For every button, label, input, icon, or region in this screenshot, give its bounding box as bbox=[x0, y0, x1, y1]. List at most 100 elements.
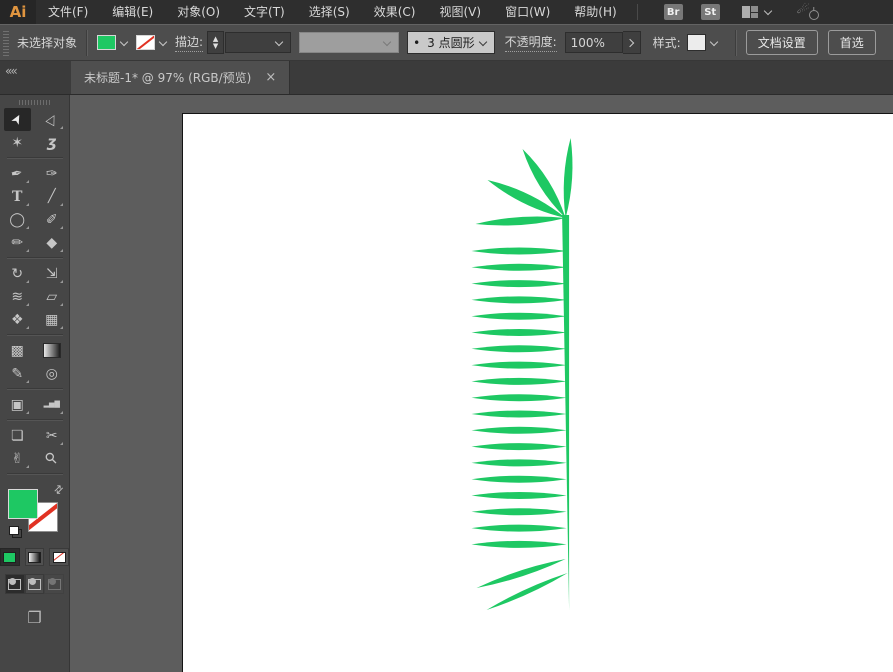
gradient-button[interactable] bbox=[25, 548, 45, 566]
menu-item-view[interactable]: 视图(V) bbox=[427, 0, 493, 24]
draw-behind-button[interactable] bbox=[25, 574, 45, 594]
screen-mode-button[interactable]: ❐ bbox=[23, 608, 47, 627]
menu-item-select[interactable]: 选择(S) bbox=[297, 0, 362, 24]
collapse-toolbar-button[interactable]: «« bbox=[5, 64, 16, 78]
tool-perspective-grid[interactable]: ▦ bbox=[38, 308, 65, 331]
menu-divider bbox=[637, 4, 638, 20]
side-leaf[interactable] bbox=[471, 427, 566, 434]
none-button[interactable] bbox=[49, 548, 69, 566]
default-fill-stroke-icon[interactable] bbox=[9, 526, 22, 538]
tool-mesh[interactable]: ▩ bbox=[4, 339, 31, 362]
panel-grip[interactable] bbox=[19, 100, 51, 105]
tool-shape-builder[interactable]: ❖ bbox=[4, 308, 31, 331]
side-leaf[interactable] bbox=[471, 459, 566, 466]
tool-pen[interactable]: ✒ bbox=[4, 162, 31, 185]
tool-selection[interactable]: ➤ bbox=[4, 108, 31, 131]
tool-symbol-sprayer[interactable]: ▣ bbox=[4, 393, 31, 416]
tool-column-graph[interactable]: ▂▅▇ bbox=[38, 393, 65, 416]
tool-zoom[interactable]: ⚲ bbox=[38, 447, 65, 470]
menu-item-effect[interactable]: 效果(C) bbox=[362, 0, 428, 24]
tool-slice[interactable]: ✂ bbox=[38, 424, 65, 447]
eraser-icon: ◆ bbox=[46, 236, 57, 250]
menu-item-window[interactable]: 窗口(W) bbox=[493, 0, 562, 24]
fill-proxy[interactable] bbox=[8, 489, 38, 519]
side-leaf[interactable] bbox=[471, 313, 566, 320]
side-leaf[interactable] bbox=[471, 492, 566, 499]
tool-artboard[interactable]: ❏ bbox=[4, 424, 31, 447]
artwork-branch[interactable] bbox=[70, 95, 893, 672]
bridge-button[interactable]: Br bbox=[664, 4, 683, 20]
side-leaf[interactable] bbox=[471, 345, 566, 352]
tool-paintbrush[interactable]: ✐ bbox=[38, 208, 65, 231]
menu-item-help[interactable]: 帮助(H) bbox=[562, 0, 628, 24]
side-leaf[interactable] bbox=[471, 443, 566, 450]
tool-magic-wand[interactable]: ✶ bbox=[4, 131, 31, 154]
side-leaf[interactable] bbox=[471, 264, 566, 271]
tool-type[interactable]: T bbox=[4, 185, 31, 208]
close-icon[interactable]: × bbox=[265, 70, 276, 85]
workspace-switcher-icon[interactable] bbox=[742, 6, 758, 18]
panel-grip[interactable] bbox=[3, 30, 9, 56]
stem[interactable] bbox=[562, 215, 569, 611]
tool-hand[interactable]: ✌ bbox=[4, 447, 31, 470]
tool-gradient[interactable] bbox=[38, 339, 65, 362]
side-leaf[interactable] bbox=[471, 476, 566, 483]
draw-normal-button[interactable] bbox=[5, 574, 25, 594]
brush-preview-dot: • bbox=[413, 36, 420, 50]
side-leaf[interactable] bbox=[471, 378, 566, 385]
tool-width[interactable]: ≋ bbox=[4, 285, 31, 308]
tool-line-segment[interactable]: ╱ bbox=[38, 185, 65, 208]
side-leaf[interactable] bbox=[471, 296, 566, 303]
document-tab[interactable]: 未标题-1* @ 97% (RGB/预览) × bbox=[71, 61, 290, 94]
opacity-label[interactable]: 不透明度: bbox=[505, 33, 557, 52]
tool-direct-selection[interactable]: ▷ bbox=[38, 108, 65, 131]
side-leaf[interactable] bbox=[471, 362, 566, 369]
side-leaf[interactable] bbox=[471, 329, 566, 336]
tool-eraser[interactable]: ◆ bbox=[38, 231, 65, 254]
tool-ellipse[interactable]: ◯ bbox=[4, 208, 31, 231]
zoom-icon: ⚲ bbox=[43, 449, 61, 467]
tool-rotate[interactable]: ↻ bbox=[4, 262, 31, 285]
swap-fill-stroke-icon[interactable]: ⇄ bbox=[51, 482, 67, 498]
fan-leaf[interactable] bbox=[475, 216, 565, 225]
tool-eyedropper[interactable]: ✎ bbox=[4, 362, 31, 385]
brush-definition-dropdown[interactable]: • 3 点圆形 bbox=[407, 31, 495, 54]
side-leaf[interactable] bbox=[471, 541, 566, 548]
tool-blend[interactable]: ◎ bbox=[38, 362, 65, 385]
side-leaf[interactable] bbox=[471, 525, 566, 532]
tool-scale[interactable]: ⇲ bbox=[38, 262, 65, 285]
gpu-performance-icon[interactable]: ☄ bbox=[799, 4, 819, 20]
color-button[interactable] bbox=[0, 548, 20, 566]
opacity-expand-button[interactable] bbox=[623, 31, 641, 54]
stroke-weight-dropdown[interactable] bbox=[225, 32, 291, 53]
bottom-leaf[interactable] bbox=[476, 559, 565, 588]
fan-leaf[interactable] bbox=[564, 138, 573, 218]
side-leaf[interactable] bbox=[471, 411, 566, 418]
preferences-button[interactable]: 首选 bbox=[828, 30, 876, 55]
document-tab-title: 未标题-1* @ 97% (RGB/预览) bbox=[84, 69, 251, 86]
side-leaf[interactable] bbox=[471, 280, 566, 287]
stroke-color-button[interactable] bbox=[136, 32, 169, 54]
stroke-weight-stepper[interactable]: ▲▼ bbox=[207, 31, 224, 54]
stock-button[interactable]: St bbox=[701, 4, 720, 20]
side-leaf[interactable] bbox=[471, 508, 566, 515]
scale-icon: ⇲ bbox=[46, 267, 58, 281]
opacity-input[interactable]: 100% bbox=[565, 32, 623, 53]
side-leaf[interactable] bbox=[471, 248, 566, 255]
fill-color-button[interactable] bbox=[97, 32, 130, 54]
menu-item-edit[interactable]: 编辑(E) bbox=[100, 0, 165, 24]
menu-item-file[interactable]: 文件(F) bbox=[36, 0, 100, 24]
menu-item-type[interactable]: 文字(T) bbox=[232, 0, 297, 24]
menu-item-object[interactable]: 对象(O) bbox=[165, 0, 232, 24]
document-setup-button[interactable]: 文档设置 bbox=[746, 30, 818, 55]
rotate-icon: ↻ bbox=[11, 267, 23, 281]
chevron-down-icon[interactable] bbox=[763, 7, 771, 15]
canvas[interactable] bbox=[70, 95, 893, 672]
tool-shaper[interactable]: ✏ bbox=[4, 231, 31, 254]
side-leaf[interactable] bbox=[471, 394, 566, 401]
style-dropdown[interactable] bbox=[687, 32, 720, 54]
stroke-label[interactable]: 描边: bbox=[175, 33, 203, 52]
tool-curvature[interactable]: ✑ bbox=[38, 162, 65, 185]
tool-free-transform[interactable]: ▱ bbox=[38, 285, 65, 308]
tool-lasso[interactable]: ʒ bbox=[38, 131, 65, 154]
